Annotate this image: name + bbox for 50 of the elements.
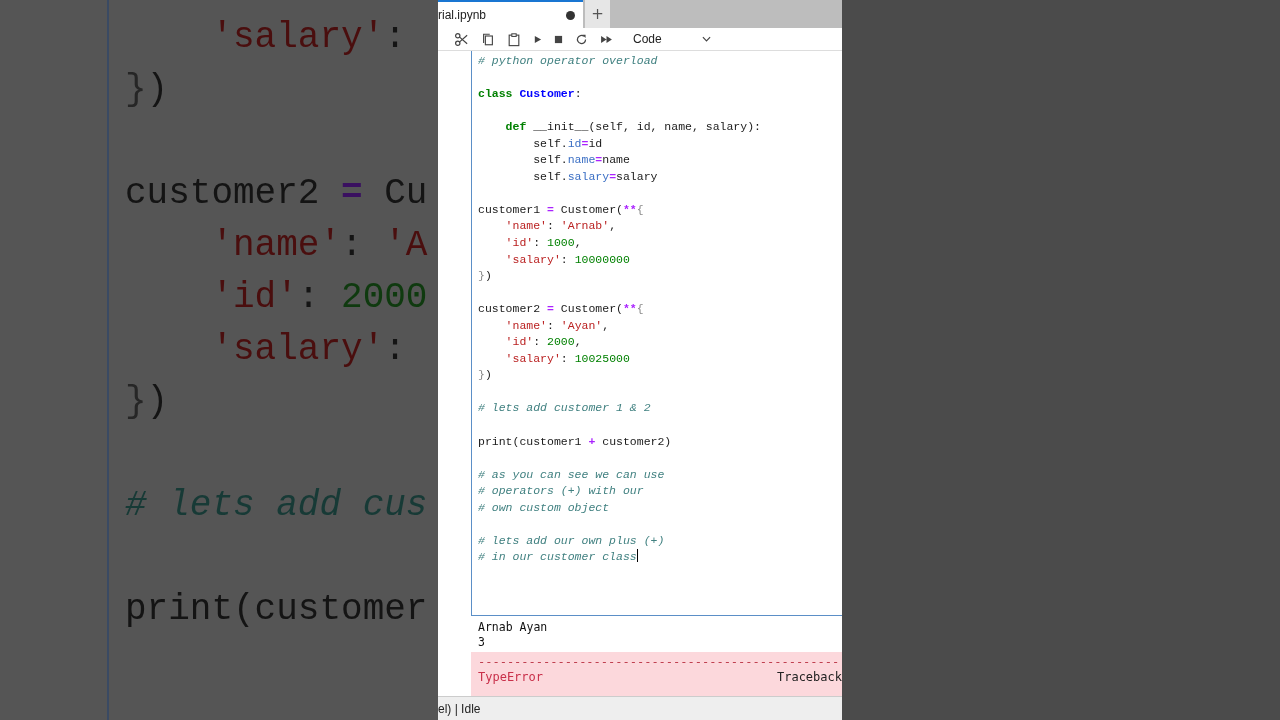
code-line: # lets add cus — [125, 484, 429, 528]
code-line: 'name': 'Arnab', — [504, 218, 618, 235]
new-tab-button[interactable]: + — [585, 0, 610, 28]
code-line: # as you can see we can use — [478, 466, 666, 483]
code-line: print(customer1 + customer2) — [478, 433, 673, 450]
error-rule: -------------------------------------------------- — [478, 655, 840, 669]
code-line: 'salary': — [210, 328, 407, 372]
kernel-status: el) | Idle — [438, 701, 481, 716]
code-line: 'id': 2000 — [210, 276, 429, 320]
code-line: # operators (+) with our — [478, 483, 645, 500]
traceback-label: Traceback — [776, 669, 842, 685]
notebook-tab[interactable]: rial.ipynb — [438, 0, 583, 28]
code-line: }) — [125, 380, 170, 424]
cut-icon[interactable] — [454, 31, 469, 47]
code-line: 'id': 2000, — [504, 334, 583, 351]
code-line: }) — [125, 68, 170, 112]
run-icon[interactable] — [533, 34, 542, 44]
restart-icon[interactable] — [575, 32, 588, 46]
code-line: self.salary=salary — [532, 168, 659, 185]
code-line: 'name': 'Ayan', — [504, 317, 611, 334]
code-line: self.id=id — [532, 135, 604, 152]
code-line: # in our customer class — [478, 549, 639, 566]
code-line: customer2 = Customer(**{ — [478, 301, 645, 318]
code-line: }) — [478, 367, 493, 384]
output-text: Arnab Ayan — [478, 620, 549, 635]
code-line: 'salary': 10000000 — [504, 251, 631, 268]
caret-icon — [701, 36, 711, 42]
fast-forward-icon[interactable] — [600, 34, 613, 44]
stop-icon[interactable] — [554, 34, 563, 44]
code-line: def __init__(self, id, name, salary): — [504, 119, 762, 136]
code-line: 'salary': 10025000 — [504, 350, 631, 367]
code-line: # python operator overload — [478, 53, 659, 69]
code-line: self.name=name — [532, 152, 631, 169]
error-name: TypeError — [478, 669, 544, 685]
code-line: class Customer: — [478, 86, 583, 103]
code-line: customer1 = Customer(**{ — [478, 201, 645, 218]
code-line: customer2 = Cu — [125, 172, 429, 216]
code-line: # lets add our own plus (+) — [478, 532, 666, 549]
paste-icon[interactable] — [507, 31, 521, 47]
code-line: 'salary': — [210, 16, 407, 60]
code-line: 'name': 'A — [210, 224, 429, 268]
output-text: 3 — [478, 635, 486, 650]
tab-title: rial.ipynb — [438, 8, 487, 22]
copy-icon[interactable] — [481, 31, 495, 47]
code-line: # own custom object — [478, 499, 611, 516]
code-line: 'id': 1000, — [504, 235, 583, 251]
cell-type-dropdown[interactable]: Code — [629, 32, 715, 46]
code-line: print(customer — [125, 588, 429, 632]
code-line: }) — [478, 268, 493, 285]
code-line: # lets add customer 1 & 2 — [478, 400, 652, 417]
